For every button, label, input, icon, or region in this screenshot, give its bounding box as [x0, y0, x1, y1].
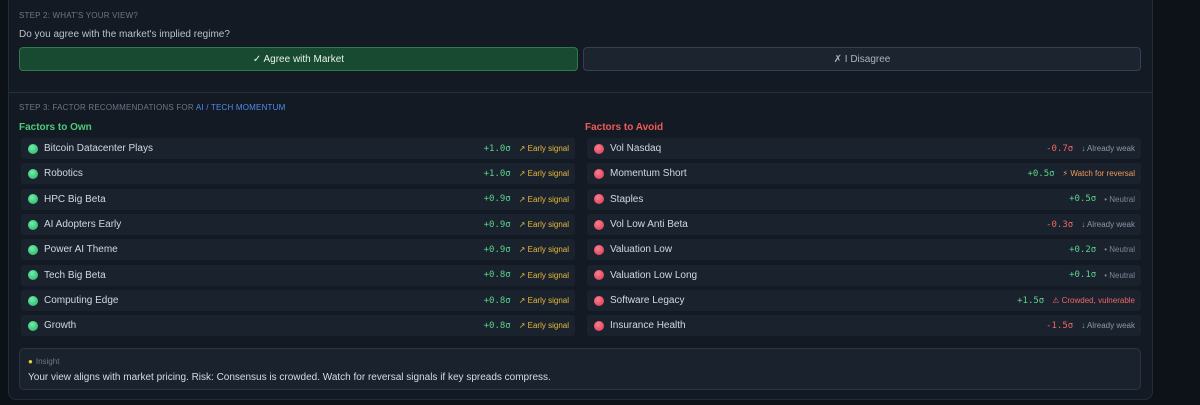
signal-badge: ↗ Early signal: [518, 245, 569, 255]
factor-row[interactable]: Vol Nasdaq -0.7σ ↓ Already weak: [587, 138, 1141, 159]
factor-score: -1.5σ: [1046, 320, 1074, 331]
red-dot-icon: [594, 219, 604, 230]
factor-name: Robotics: [44, 168, 83, 180]
factor-row[interactable]: AI Adopters Early +0.9σ ↗ Early signal: [21, 214, 575, 236]
insight-header: ● Insight: [28, 357, 59, 366]
green-dot-icon: [28, 194, 38, 205]
step3-label-prefix: STEP 3: FACTOR RECOMMENDATIONS FOR: [19, 103, 196, 112]
green-dot-icon: [28, 320, 38, 331]
red-dot-icon: [594, 244, 604, 255]
factor-score: +0.9σ: [483, 219, 511, 230]
signal-badge: ↗ Early signal: [518, 321, 569, 331]
factor-name: Staples: [610, 193, 644, 205]
red-dot-icon: [594, 270, 604, 281]
factor-score: +1.0σ: [483, 168, 511, 179]
green-dot-icon: [28, 270, 38, 281]
factor-name: Valuation Low: [610, 244, 673, 256]
signal-badge: • Neutral: [1104, 245, 1135, 255]
red-dot-icon: [594, 295, 604, 306]
factor-row[interactable]: Growth +0.8σ ↗ Early signal: [21, 315, 575, 337]
factor-name: AI Adopters Early: [44, 219, 122, 231]
factor-row[interactable]: Valuation Low +0.2σ • Neutral: [587, 239, 1141, 261]
signal-badge: • Neutral: [1104, 270, 1135, 280]
factor-score: +0.1σ: [1069, 270, 1097, 281]
factor-score: +1.5σ: [1017, 295, 1045, 306]
factor-row[interactable]: Valuation Low Long +0.1σ • Neutral: [587, 264, 1141, 286]
disagree-button[interactable]: ✗ I Disagree: [583, 47, 1141, 71]
factor-name: Power AI Theme: [44, 244, 118, 256]
factor-score: +0.9σ: [483, 194, 511, 205]
green-dot-icon: [28, 143, 38, 154]
red-dot-icon: [594, 320, 604, 331]
signal-badge: ↗ Early signal: [518, 220, 569, 230]
factors-to-avoid-list: Vol Nasdaq -0.7σ ↓ Already weak Momentum S…: [587, 138, 1141, 341]
red-dot-icon: [594, 168, 604, 179]
factor-name: Vol Nasdaq: [610, 143, 662, 154]
factors-to-avoid-title: Factors to Avoid: [585, 122, 664, 133]
factor-row[interactable]: Tech Big Beta +0.8σ ↗ Early signal: [21, 264, 575, 286]
factor-name: Vol Low Anti Beta: [610, 219, 688, 231]
insight-text: Your view aligns with market pricing. Ri…: [28, 372, 551, 383]
factor-name: Valuation Low Long: [610, 269, 698, 281]
lightbulb-icon: ●: [28, 357, 33, 366]
factor-name: Growth: [44, 320, 77, 332]
factor-score: +0.5σ: [1027, 168, 1055, 179]
signal-badge: ↗ Early signal: [518, 169, 569, 179]
factor-name: Computing Edge: [44, 295, 119, 307]
regime-name: AI / TECH MOMENTUM: [195, 103, 286, 112]
green-dot-icon: [28, 168, 38, 179]
factor-score: +1.0σ: [483, 143, 511, 154]
factor-score: +0.8σ: [483, 270, 511, 281]
factor-name: Insurance Health: [610, 320, 686, 332]
factor-row[interactable]: Computing Edge +0.8σ ↗ Early signal: [21, 290, 575, 312]
signal-badge: ↗ Early signal: [518, 270, 569, 280]
factor-name: HPC Big Beta: [44, 193, 106, 205]
section-divider: [9, 92, 1152, 93]
factor-row[interactable]: HPC Big Beta +0.9σ ↗ Early signal: [21, 188, 575, 210]
factor-name: Tech Big Beta: [44, 269, 106, 281]
factor-name: Bitcoin Datacenter Plays: [44, 143, 153, 154]
red-dot-icon: [594, 143, 604, 154]
factor-row[interactable]: Software Legacy +1.5σ ⚠ Crowded, vulnerabl…: [587, 290, 1141, 312]
signal-badge: ↗ Early signal: [518, 144, 569, 153]
factor-row[interactable]: Power AI Theme +0.9σ ↗ Early signal: [21, 239, 575, 261]
factor-name: Momentum Short: [610, 168, 687, 180]
green-dot-icon: [28, 219, 38, 230]
factor-score: +0.9σ: [483, 244, 511, 255]
factor-row[interactable]: Vol Low Anti Beta -0.3σ ↓ Already weak: [587, 214, 1141, 236]
signal-badge: ↓ Already weak: [1081, 220, 1135, 230]
step3-label: STEP 3: FACTOR RECOMMENDATIONS FOR AI / …: [19, 103, 286, 112]
insight-box: ● Insight Your view aligns with market p…: [19, 348, 1141, 390]
step2-label: STEP 2: WHAT'S YOUR VIEW?: [19, 11, 138, 20]
factor-score: +0.8σ: [483, 295, 511, 306]
factors-to-own-title: Factors to Own: [19, 122, 92, 133]
factor-row[interactable]: Insurance Health -1.5σ ↓ Already weak: [587, 315, 1141, 337]
signal-badge: ↓ Already weak: [1081, 144, 1135, 153]
factor-score: -0.3σ: [1046, 219, 1074, 230]
factor-name: Software Legacy: [610, 295, 685, 307]
signal-badge: ↗ Early signal: [518, 194, 569, 204]
factor-row[interactable]: Robotics +1.0σ ↗ Early signal: [21, 163, 575, 185]
regime-question: Do you agree with the market's implied r…: [19, 29, 230, 40]
factor-score: +0.5σ: [1069, 194, 1097, 205]
signal-badge: • Neutral: [1104, 194, 1135, 204]
factors-to-own-list: Bitcoin Datacenter Plays +1.0σ ↗ Early sig…: [21, 138, 575, 341]
factor-row[interactable]: Staples +0.5σ • Neutral: [587, 188, 1141, 210]
green-dot-icon: [28, 244, 38, 255]
green-dot-icon: [28, 295, 38, 306]
signal-badge: ⚡ Watch for reversal: [1062, 169, 1135, 179]
factor-row[interactable]: Bitcoin Datacenter Plays +1.0σ ↗ Early sig…: [21, 138, 575, 159]
factor-score: +0.8σ: [483, 320, 511, 331]
insight-label: Insight: [35, 357, 60, 366]
signal-badge: ↗ Early signal: [518, 296, 569, 306]
factor-score: +0.2σ: [1069, 244, 1097, 255]
factor-row[interactable]: Momentum Short +0.5σ ⚡ Watch for reversal: [587, 163, 1141, 185]
agree-with-market-button[interactable]: ✓ Agree with Market: [19, 47, 578, 71]
signal-badge: ⚠ Crowded, vulnerable: [1052, 296, 1135, 306]
red-dot-icon: [594, 194, 604, 205]
factor-score: -0.7σ: [1046, 143, 1074, 154]
signal-badge: ↓ Already weak: [1081, 321, 1135, 331]
